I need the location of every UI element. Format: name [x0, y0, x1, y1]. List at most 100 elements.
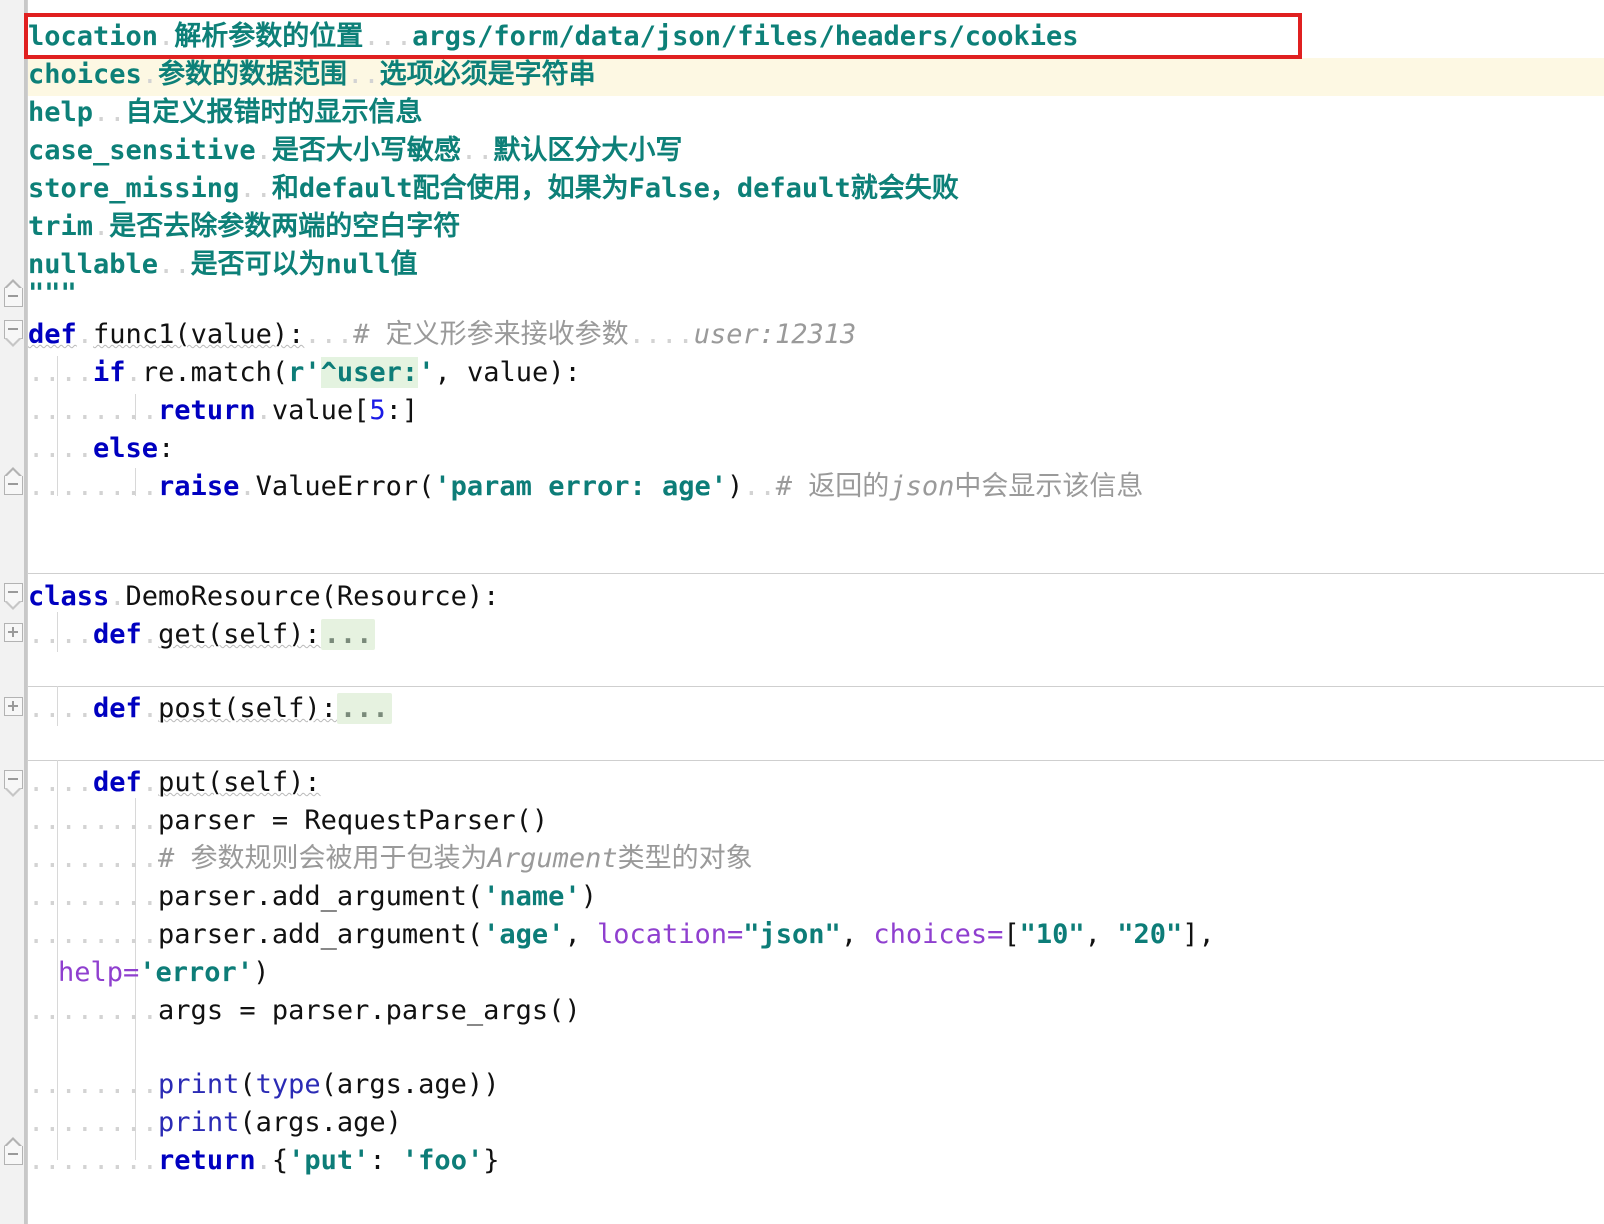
func1-signature: func1(value):: [93, 319, 305, 350]
kwarg-location-value: "json": [743, 919, 841, 950]
keyword-return-put: return: [158, 1145, 256, 1176]
post-signature: post(self):: [158, 693, 337, 724]
code-line-args-assign[interactable]: ........args = parser.parse_args(): [28, 992, 581, 1030]
dict-brace-close: }: [483, 1145, 500, 1176]
keyword-return: return: [158, 395, 256, 426]
code-line-docstring-help[interactable]: help..自定义报错时的显示信息: [28, 94, 423, 132]
choices-bracket-close: ],: [1182, 919, 1215, 950]
valueerror-call-close: ): [727, 471, 744, 502]
fold-end-marker-docstring[interactable]: [3, 279, 23, 307]
folded-body-get[interactable]: ...: [320, 619, 376, 650]
builtin-type: type: [255, 1069, 321, 1100]
dict-key: 'put': [288, 1145, 370, 1176]
builtin-print-2: print: [158, 1107, 240, 1138]
doc-key-choices: choices: [28, 59, 142, 90]
valueerror-call: ValueError(: [255, 471, 435, 502]
doc-key-store-missing: store_missing: [28, 173, 240, 204]
doc-desc-trim: 是否去除参数两端的空白字符: [109, 211, 461, 242]
code-line-if-rematch[interactable]: ....if.re.match(r'^user:', value):: [28, 354, 581, 392]
error-message-string: 'param error: age': [434, 471, 728, 502]
code-line-return-dict[interactable]: ........return.{'put': 'foo'}: [28, 1142, 499, 1180]
keyword-def-post: def: [93, 693, 142, 724]
fold-expand-marker-post[interactable]: [4, 697, 23, 716]
code-line-put-comment[interactable]: ........# 参数规则会被用于包装为Argument类型的对象: [28, 840, 753, 878]
code-line-def-get[interactable]: ....def.get(self):...: [28, 616, 376, 654]
raise-comment: # 返回的: [775, 471, 890, 502]
code-line-def-post[interactable]: ....def.post(self):...: [28, 690, 392, 728]
dict-colon: :: [369, 1145, 402, 1176]
editor-gutter[interactable]: [0, 0, 28, 1224]
arg-sep-2: ,: [840, 919, 874, 950]
doc-key-trim: trim: [28, 211, 94, 242]
code-line-def-func1[interactable]: def.func1(value):...# 定义形参来接收参数....user:…: [28, 316, 856, 354]
func1-comment: # 定义形参来接收参数: [353, 319, 629, 350]
code-line-class-demoresource[interactable]: class.DemoResource(Resource):: [28, 578, 499, 616]
code-line-docstring-close[interactable]: """: [28, 275, 77, 313]
else-colon: :: [158, 433, 175, 464]
doc-desc-help: 自定义报错时的显示信息: [125, 97, 423, 128]
code-content[interactable]: location.解析参数的位置...args/form/data/json/f…: [28, 0, 1604, 1224]
code-line-add-argument-age[interactable]: ........parser.add_argument('age', locat…: [28, 916, 1215, 954]
doc-extra-choices: 选项必须是字符串: [379, 59, 596, 90]
code-line-docstring-location[interactable]: location.解析参数的位置...args/form/data/json/f…: [28, 18, 1079, 56]
class-name-and-bases: DemoResource(Resource):: [125, 581, 500, 612]
code-line-print-type[interactable]: ........print(type(args.age)): [28, 1066, 499, 1104]
doc-key-case-sensitive: case_sensitive: [28, 135, 256, 166]
code-line-add-argument-name[interactable]: ........parser.add_argument('name'): [28, 878, 597, 916]
arg-name-string: 'name': [483, 881, 581, 912]
put-signature: put(self):: [158, 767, 321, 798]
put-comment-italic: Argument: [487, 843, 618, 874]
gutter-divider: [24, 0, 27, 1224]
choices-bracket-open: [: [1003, 919, 1020, 950]
slice-index: 5: [369, 395, 386, 426]
code-line-else[interactable]: ....else:: [28, 430, 174, 468]
code-line-docstring-trim[interactable]: trim.是否去除参数两端的空白字符: [28, 208, 460, 246]
code-line-docstring-nullable[interactable]: nullable..是否可以为null值: [28, 246, 418, 284]
doc-key-location: location: [28, 21, 159, 52]
add-argument-age-call: parser.add_argument(: [158, 919, 484, 950]
doc-desc-case-sensitive: 是否大小写敏感: [271, 135, 461, 166]
choice-value-1: "10": [1019, 919, 1085, 950]
code-line-return-slice[interactable]: ........return.value[5:]: [28, 392, 418, 430]
code-line-docstring-store-missing[interactable]: store_missing..和default配合使用，如果为False，def…: [28, 170, 959, 208]
keyword-if: if: [93, 357, 126, 388]
raise-comment-tail: 中会显示该信息: [954, 471, 1144, 502]
doc-extra-case-sensitive: 默认区分大小写: [493, 135, 683, 166]
put-comment: # 参数规则会被用于包装为: [158, 843, 488, 874]
doc-extra-location: args/form/data/json/files/headers/cookie…: [412, 21, 1079, 52]
code-line-docstring-case-sensitive[interactable]: case_sensitive.是否大小写敏感..默认区分大小写: [28, 132, 682, 170]
re-match-call: re.match(: [141, 357, 289, 388]
choices-sep: ,: [1084, 919, 1118, 950]
regex-suffix: ': [418, 357, 435, 388]
arg-age-string: 'age': [483, 919, 565, 950]
fold-end-marker-put[interactable]: [3, 1137, 23, 1165]
fold-collapse-marker-put[interactable]: [3, 770, 23, 797]
code-line-parser-assign[interactable]: ........parser = RequestParser(): [28, 802, 548, 840]
print-type-arg: (args.age): [320, 1069, 484, 1100]
fold-collapse-marker-class[interactable]: [3, 583, 23, 610]
code-line-raise-valueerror[interactable]: ........raise.ValueError('param error: a…: [28, 468, 1143, 506]
add-argument-name-close: ): [580, 881, 597, 912]
folded-body-post[interactable]: ...: [336, 693, 392, 724]
code-editor[interactable]: location.解析参数的位置...args/form/data/json/f…: [0, 0, 1604, 1224]
fold-end-marker-func1[interactable]: [3, 467, 23, 495]
return-expr-post: :]: [385, 395, 419, 426]
keyword-class: class: [28, 581, 110, 612]
code-line-docstring-choices[interactable]: choices.参数的数据范围..选项必须是字符串: [28, 56, 596, 94]
func1-comment-italic: user:12313: [693, 319, 857, 350]
code-line-print-age[interactable]: ........print(args.age): [28, 1104, 402, 1142]
builtin-print-1: print: [158, 1069, 240, 1100]
add-argument-age-close: ): [253, 957, 270, 988]
doc-desc-nullable: 是否可以为null值: [190, 249, 418, 280]
keyword-raise: raise: [158, 471, 240, 502]
docstring-closing-quotes: """: [28, 278, 77, 309]
print-type-close: ): [483, 1069, 500, 1100]
code-line-def-put[interactable]: ....def.put(self):: [28, 764, 321, 802]
code-line-help-wrap[interactable]: help='error'): [28, 954, 269, 992]
raise-comment-italic: json: [889, 471, 955, 502]
add-argument-name-call: parser.add_argument(: [158, 881, 484, 912]
fold-collapse-marker-func1[interactable]: [3, 320, 23, 347]
fold-expand-marker-get[interactable]: [4, 623, 23, 642]
doc-desc-store-missing: 和default配合使用，如果为False，default就会失败: [271, 173, 959, 204]
choice-value-2: "20": [1117, 919, 1183, 950]
